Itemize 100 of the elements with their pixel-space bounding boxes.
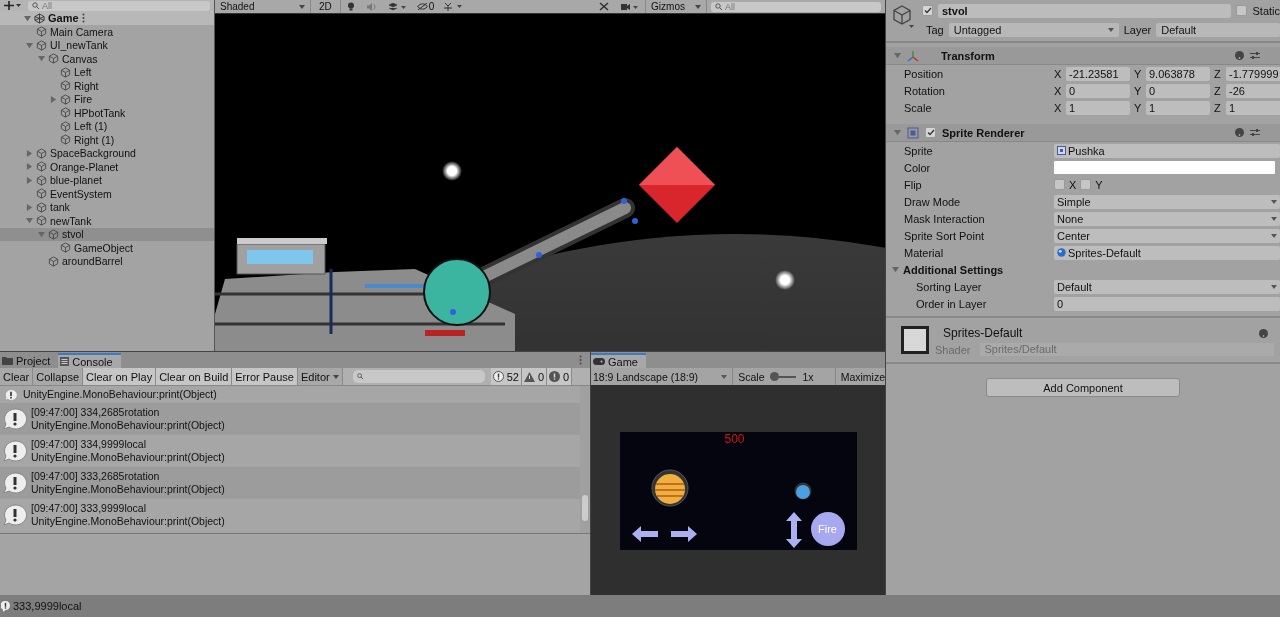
- number-field[interactable]: 1: [1226, 100, 1280, 115]
- number-field[interactable]: 0: [1066, 83, 1130, 98]
- warning-count-toggle[interactable]: 0: [521, 368, 548, 385]
- caret-icon[interactable]: [50, 95, 57, 103]
- tree-item[interactable]: Right (1): [0, 133, 214, 147]
- log-entry[interactable]: [09:47:00] 333,2685rotation UnityEngine.MonoBehaviour:print(Object): [0, 467, 580, 499]
- foldout-header[interactable]: Additional Settings: [892, 263, 1004, 276]
- speaker-icon[interactable]: [366, 2, 377, 11]
- component-header[interactable]: Sprite Renderer: [886, 124, 1280, 142]
- toolbar-toggle[interactable]: Error Pause: [232, 368, 298, 385]
- toolbar-toggle[interactable]: Collapse: [33, 368, 84, 385]
- right-arrow-icon[interactable]: [670, 526, 697, 542]
- search-field[interactable]: All: [28, 0, 210, 11]
- tree-item[interactable]: stvol: [0, 227, 214, 241]
- add-component-button[interactable]: Add Component: [986, 378, 1180, 397]
- search-field[interactable]: [352, 370, 485, 383]
- tree-item[interactable]: Left (1): [0, 119, 214, 133]
- help-icon[interactable]: [1235, 51, 1244, 60]
- maximize-toggle[interactable]: Maximize: [835, 368, 885, 385]
- color-swatch[interactable]: [1054, 161, 1275, 174]
- camera-icon[interactable]: [621, 2, 640, 11]
- dropdown[interactable]: Simple: [1054, 194, 1280, 209]
- help-icon[interactable]: [1235, 128, 1244, 137]
- tree-item[interactable]: Left: [0, 65, 214, 79]
- caret-icon[interactable]: [26, 163, 33, 171]
- dropdown[interactable]: Default: [1054, 279, 1280, 294]
- tree-item[interactable]: Canvas: [0, 52, 214, 66]
- editor-dropdown[interactable]: Editor: [297, 368, 343, 385]
- object-name-field[interactable]: stvol: [938, 3, 1232, 18]
- tag-dropdown[interactable]: Untagged: [948, 22, 1119, 37]
- dropdown[interactable]: None: [1054, 211, 1280, 226]
- number-field[interactable]: -1.779999: [1226, 66, 1280, 81]
- scene-row[interactable]: Game: [0, 11, 214, 25]
- number-field[interactable]: -21.23581: [1066, 66, 1130, 81]
- tree-item[interactable]: Fire: [0, 92, 214, 106]
- number-field[interactable]: 9.063878: [1146, 66, 1210, 81]
- aspect-dropdown[interactable]: 18:9 Landscape (18:9): [591, 368, 734, 385]
- settings-icon[interactable]: [1250, 128, 1260, 137]
- panel-tab[interactable]: Game: [591, 353, 646, 368]
- layers-icon[interactable]: [388, 2, 407, 11]
- tree-item[interactable]: EventSystem: [0, 187, 214, 201]
- gizmos-dropdown[interactable]: Gizmos: [645, 0, 707, 13]
- object-field[interactable]: Sprites-Default: [1054, 245, 1280, 260]
- caret-icon[interactable]: [26, 149, 33, 157]
- tree-item[interactable]: SpaceBackground: [0, 146, 214, 160]
- tree-item[interactable]: HPbotTank: [0, 106, 214, 120]
- settings-icon[interactable]: [1250, 51, 1260, 60]
- scroll-thumb[interactable]: [582, 495, 588, 521]
- caret-icon[interactable]: [24, 14, 31, 22]
- toolbar-toggle[interactable]: Clear on Build: [156, 368, 233, 385]
- light-bulb-icon[interactable]: [346, 2, 355, 11]
- scrollbar[interactable]: [580, 386, 590, 533]
- tree-item[interactable]: Main Camera: [0, 25, 214, 39]
- error-count-toggle[interactable]: 0: [547, 368, 573, 385]
- more-icon[interactable]: [81, 13, 85, 23]
- toolbar-toggle[interactable]: Clear on Play: [83, 368, 157, 385]
- log-entry[interactable]: [09:47:00] 334,2685rotation UnityEngine.MonoBehaviour:print(Object): [0, 403, 580, 435]
- tree-item[interactable]: aroundBarrel: [0, 254, 214, 268]
- help-icon[interactable]: [1259, 328, 1268, 338]
- slider-thumb[interactable]: [770, 371, 780, 381]
- caret-icon[interactable]: [38, 55, 45, 63]
- log-count-toggle[interactable]: 52: [490, 368, 522, 385]
- caret-icon[interactable]: [38, 230, 45, 238]
- left-arrow-icon[interactable]: [631, 526, 658, 542]
- number-field[interactable]: 1: [1066, 100, 1130, 115]
- caret-icon[interactable]: [26, 176, 33, 184]
- hidden-objects-toggle[interactable]: 0: [412, 1, 439, 12]
- caret-icon[interactable]: [26, 203, 33, 211]
- flip-checkbox[interactable]: [1054, 179, 1065, 190]
- caret-icon[interactable]: [26, 217, 33, 225]
- caret-icon[interactable]: [26, 41, 33, 49]
- active-checkbox[interactable]: [922, 5, 933, 16]
- layer-dropdown[interactable]: Default: [1156, 22, 1280, 37]
- scale-slider[interactable]: [770, 375, 797, 378]
- component-header[interactable]: Transform: [886, 47, 1280, 65]
- 2d-toggle[interactable]: 2D: [311, 0, 341, 13]
- tree-item[interactable]: Orange-Planet: [0, 160, 214, 174]
- flip-checkbox[interactable]: [1080, 179, 1092, 190]
- more-icon[interactable]: [579, 355, 582, 365]
- draw-mode-dropdown[interactable]: Shaded: [215, 0, 311, 13]
- enabled-checkbox[interactable]: [925, 127, 936, 138]
- tree-item[interactable]: tank: [0, 200, 214, 214]
- panel-tab[interactable]: Console: [58, 353, 121, 368]
- number-field[interactable]: 0: [1146, 83, 1210, 98]
- caret-icon[interactable]: [894, 52, 901, 59]
- number-field[interactable]: 0: [1054, 296, 1280, 311]
- caret-icon[interactable]: [894, 129, 901, 136]
- tree-item[interactable]: Right: [0, 79, 214, 93]
- cube-icon[interactable]: [892, 4, 914, 30]
- tree-item[interactable]: UI_newTank: [0, 38, 214, 52]
- add-icon[interactable]: [4, 1, 22, 10]
- tree-item[interactable]: blue-planet: [0, 173, 214, 187]
- number-field[interactable]: 1: [1146, 100, 1210, 115]
- panel-tab[interactable]: Project: [0, 353, 59, 368]
- toolbar-toggle[interactable]: Clear: [0, 368, 34, 385]
- tree-item[interactable]: newTank: [0, 214, 214, 228]
- caret-icon[interactable]: [892, 266, 899, 273]
- static-checkbox[interactable]: [1236, 5, 1248, 16]
- search-field[interactable]: All: [711, 1, 881, 12]
- tree-item[interactable]: GameObject: [0, 241, 214, 255]
